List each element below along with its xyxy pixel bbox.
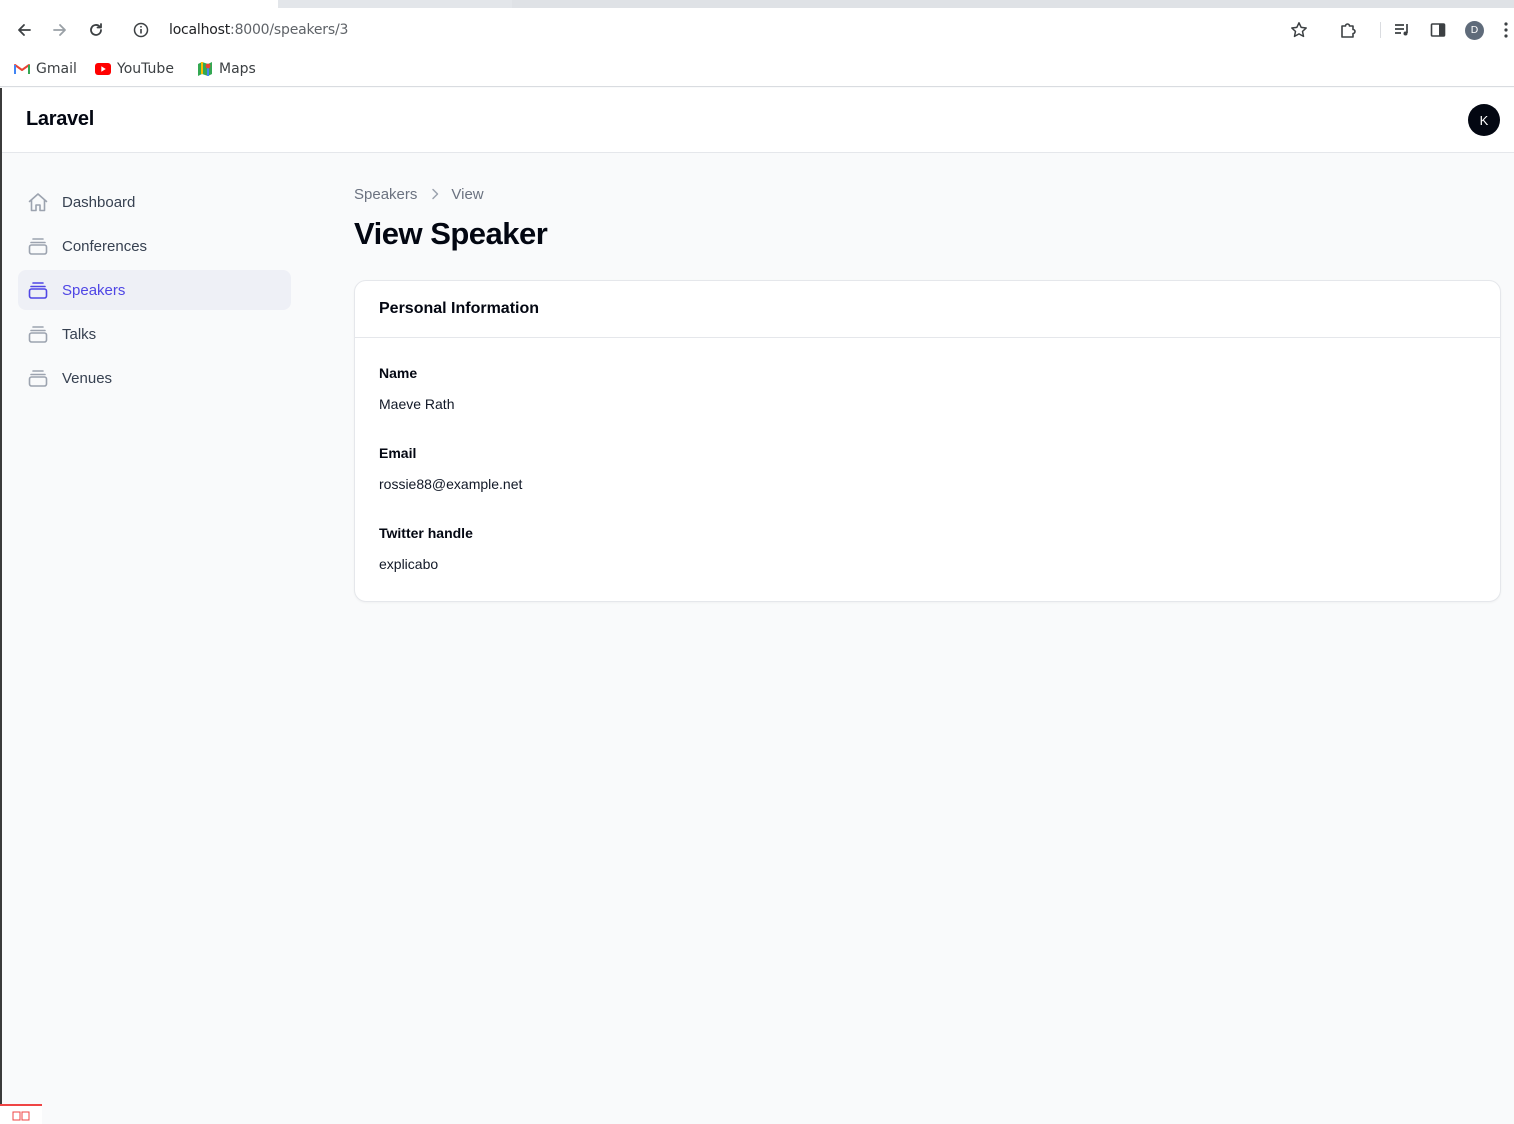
browser-toolbar: localhost:8000/speakers/3 D xyxy=(0,8,1514,52)
sidebar-item-label: Talks xyxy=(62,325,97,343)
sidebar-item-conferences[interactable]: Conferences xyxy=(18,226,291,266)
field-label: Email xyxy=(379,445,417,461)
bookmark-youtube[interactable]: YouTube xyxy=(95,58,174,80)
field-email: Email rossie88@example.net xyxy=(379,445,522,492)
side-panel-button[interactable] xyxy=(1426,18,1450,42)
browser-tab-area[interactable] xyxy=(512,0,1514,8)
reload-icon xyxy=(90,23,102,36)
gmail-icon xyxy=(14,61,30,77)
field-twitter-handle: Twitter handle explicabo xyxy=(379,525,473,572)
sidebar-item-talks[interactable]: Talks xyxy=(18,314,291,354)
page-title: View Speaker xyxy=(354,216,548,251)
personal-information-section: Personal Information Name Maeve Rath Ema… xyxy=(354,280,1501,602)
breadcrumb-current: View xyxy=(451,185,484,203)
bookmark-star-icon[interactable] xyxy=(1290,21,1308,39)
home-icon xyxy=(27,191,49,213)
field-value: explicabo xyxy=(379,556,439,572)
toolbar-divider xyxy=(1380,22,1381,38)
url-text: localhost:8000/speakers/3 xyxy=(169,22,348,38)
forward-arrow-icon xyxy=(53,24,66,36)
browser-menu-button[interactable] xyxy=(1498,18,1514,42)
sidebar-item-dashboard[interactable]: Dashboard xyxy=(18,182,291,222)
url-host: localhost xyxy=(169,22,231,38)
sidebar-item-label: Conferences xyxy=(62,237,148,255)
debug-toolbar-toggle[interactable] xyxy=(0,1104,42,1124)
bookmark-label: Gmail xyxy=(36,61,77,77)
bookmarks-bar: Gmail YouTube Maps xyxy=(0,52,1514,87)
collection-icon xyxy=(27,367,49,389)
brand-logo[interactable]: Laravel xyxy=(26,108,94,131)
chevron-right-icon xyxy=(431,188,439,200)
field-label: Twitter handle xyxy=(379,525,473,541)
back-button[interactable] xyxy=(10,16,38,44)
site-info-icon[interactable] xyxy=(132,21,150,39)
field-value: rossie88@example.net xyxy=(379,476,523,492)
user-avatar[interactable]: K xyxy=(1468,104,1500,136)
side-panel-icon xyxy=(1430,23,1446,37)
media-controls-button[interactable] xyxy=(1390,18,1414,42)
bookmark-maps[interactable]: Maps xyxy=(197,58,256,80)
back-arrow-icon xyxy=(18,24,31,36)
field-value: Maeve Rath xyxy=(379,396,455,412)
breadcrumb-speakers-link[interactable]: Speakers xyxy=(354,186,417,203)
collection-icon xyxy=(27,235,49,257)
maps-icon xyxy=(197,61,213,77)
forward-button[interactable] xyxy=(46,16,74,44)
bookmark-gmail[interactable]: Gmail xyxy=(14,58,77,80)
breadcrumb: Speakers View xyxy=(354,184,1501,204)
puzzle-icon xyxy=(1341,23,1356,38)
field-label: Name xyxy=(379,365,418,381)
collection-icon xyxy=(27,279,49,301)
debug-icon xyxy=(12,1111,30,1121)
browser-active-tab[interactable] xyxy=(0,0,278,8)
sidebar-nav: Dashboard Conferences Speakers Talks Ven… xyxy=(18,182,291,402)
bookmark-label: YouTube xyxy=(117,61,174,77)
section-title: Personal Information xyxy=(355,281,1500,338)
kebab-menu-icon xyxy=(1504,22,1508,38)
reload-button[interactable] xyxy=(82,16,110,44)
extensions-button[interactable] xyxy=(1336,18,1360,42)
browser-profile-avatar[interactable]: D xyxy=(1465,21,1484,40)
media-queue-icon xyxy=(1395,24,1408,36)
app-topbar: Laravel K xyxy=(2,88,1514,153)
sidebar-item-label: Venues xyxy=(62,369,113,387)
bookmark-label: Maps xyxy=(219,61,256,77)
sidebar-item-speakers[interactable]: Speakers xyxy=(18,270,291,310)
sidebar-item-label: Speakers xyxy=(62,281,126,299)
sidebar-item-label: Dashboard xyxy=(62,193,136,211)
address-bar[interactable]: localhost:8000/speakers/3 xyxy=(122,12,1324,48)
youtube-icon xyxy=(95,61,111,77)
browser-tab-strip xyxy=(0,0,1514,8)
collection-icon xyxy=(27,323,49,345)
field-name: Name Maeve Rath xyxy=(379,365,454,412)
window-edge xyxy=(0,88,2,1124)
url-path: :8000/speakers/3 xyxy=(230,22,349,38)
main-content: Speakers View View Speaker Personal Info… xyxy=(354,184,1501,602)
sidebar-item-venues[interactable]: Venues xyxy=(18,358,291,398)
